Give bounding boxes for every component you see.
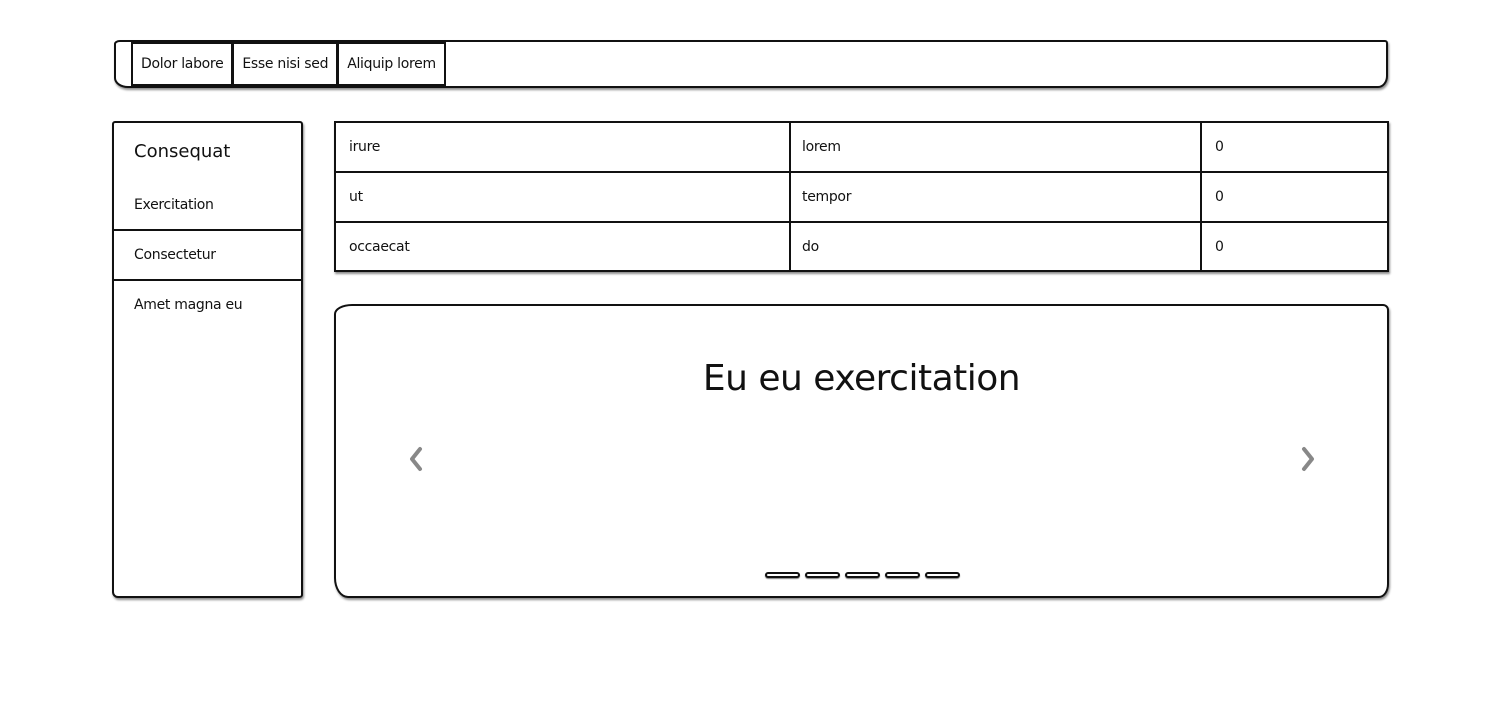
table-cell: ut (349, 189, 363, 205)
sidebar-item-amet-magna-eu[interactable]: Amet magna eu (114, 280, 301, 330)
table-cell: irure (349, 139, 381, 155)
top-tab-bar: Dolor labore Esse nisi sed Aliquip lorem (114, 40, 1388, 88)
table-cell: 0 (1215, 139, 1224, 155)
carousel-indicator[interactable] (805, 572, 840, 578)
tab-aliquip-lorem[interactable]: Aliquip lorem (337, 42, 446, 86)
carousel-next-button[interactable] (1296, 444, 1320, 474)
sidebar-item-consectetur[interactable]: Consectetur (114, 230, 301, 280)
table-row[interactable]: ut tempor 0 (336, 173, 1387, 223)
sidebar-item-exercitation[interactable]: Exercitation (114, 180, 301, 230)
tab-dolor-labore[interactable]: Dolor labore (131, 42, 234, 86)
table-cell: lorem (802, 139, 841, 155)
table-cell: 0 (1215, 189, 1224, 205)
carousel-indicator[interactable] (925, 572, 960, 578)
carousel-indicator[interactable] (885, 572, 920, 578)
table-cell: do (802, 239, 819, 255)
carousel-indicator[interactable] (765, 572, 800, 578)
chevron-right-icon (1302, 447, 1314, 471)
chevron-left-icon (410, 447, 422, 471)
carousel: Eu eu exercitation (334, 304, 1389, 598)
sidebar: Consequat Exercitation Consectetur Amet … (112, 121, 303, 598)
table-row[interactable]: irure lorem 0 (336, 123, 1387, 173)
table-row[interactable]: occaecat do 0 (336, 223, 1387, 273)
sidebar-item-label: Consectetur (134, 247, 216, 263)
tab-list: Dolor labore Esse nisi sed Aliquip lorem (131, 42, 446, 86)
table-cell: tempor (802, 189, 852, 205)
table-cell: occaecat (349, 239, 410, 255)
carousel-slide-title: Eu eu exercitation (702, 358, 1021, 399)
carousel-indicators (765, 572, 960, 578)
carousel-indicator[interactable] (845, 572, 880, 578)
table-cell: 0 (1215, 239, 1224, 255)
sidebar-title: Consequat (134, 141, 231, 162)
tab-esse-nisi-sed[interactable]: Esse nisi sed (232, 42, 339, 86)
sidebar-item-label: Amet magna eu (134, 297, 243, 313)
sidebar-item-label: Exercitation (134, 197, 214, 213)
data-table: irure lorem 0 ut tempor 0 occaecat do 0 (334, 121, 1389, 272)
carousel-prev-button[interactable] (404, 444, 428, 474)
